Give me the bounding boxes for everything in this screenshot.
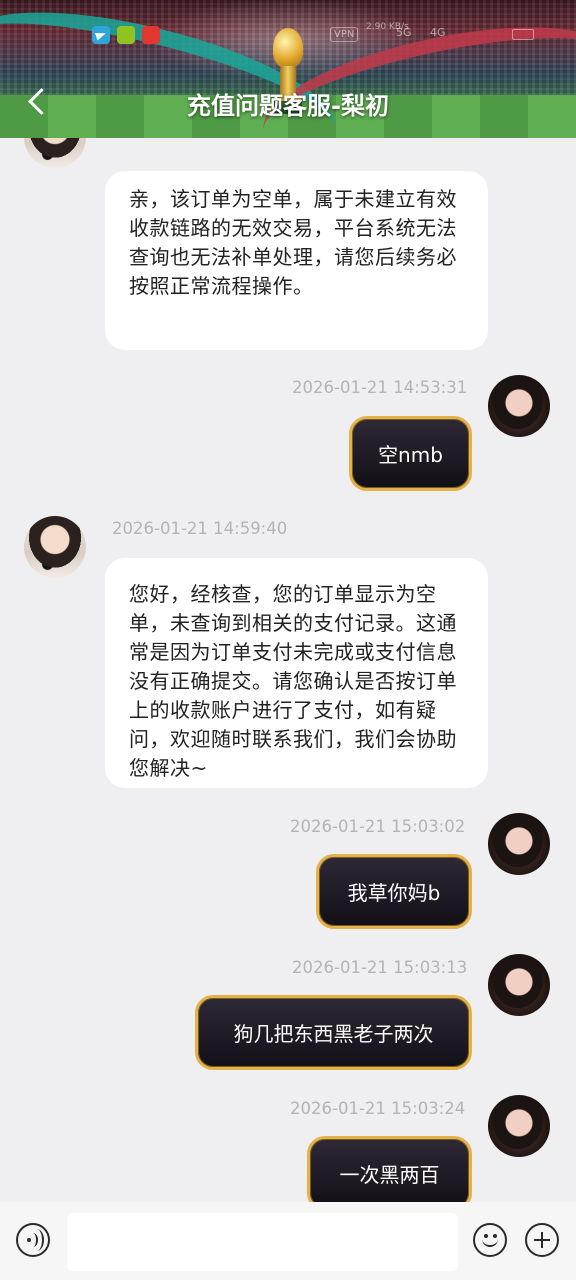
user-avatar[interactable] [488,954,550,1016]
message-bubble-user[interactable]: 狗几把东西黑老子两次 [195,995,472,1070]
chat-header: VPN 2.90 KB/s 5G 4G 充值问题客服-梨初 [0,0,576,138]
message-timestamp: 2026-01-21 14:59:40 [112,519,288,538]
message-bubble-agent[interactable]: 亲，该订单为空单，属于未建立有效收款链路的无效交易，平台系统无法查询也无法补单处… [105,171,488,350]
message-timestamp: 2026-01-21 14:53:31 [292,378,468,397]
page-title: 充值问题客服-梨初 [187,92,389,120]
agent-avatar[interactable] [24,138,86,168]
user-avatar[interactable] [488,813,550,875]
message-timestamp: 2026-01-21 15:03:02 [290,817,466,836]
chat-message-list[interactable]: 亲，该订单为空单，属于未建立有效收款链路的无效交易，平台系统无法查询也无法补单处… [0,138,576,1202]
emoji-button[interactable] [473,1223,507,1257]
signal-4g: 4G [430,26,446,39]
vpn-indicator: VPN [330,27,359,42]
message-bubble-user[interactable]: 我草你妈b [316,854,472,929]
message-text: 您好，经核查，您的订单显示为空单，未查询到相关的支付记录。这通常是因为订单支付未… [129,582,457,780]
message-bubble-agent[interactable]: 您好，经核查，您的订单显示为空单，未查询到相关的支付记录。这通常是因为订单支付未… [105,558,488,788]
user-avatar[interactable] [488,1095,550,1157]
more-options-button[interactable] [525,1223,559,1257]
signal-5g: 5G [396,26,412,39]
message-text: 一次黑两百 [339,1163,440,1187]
voice-button[interactable] [16,1223,50,1257]
message-input-bar [0,1202,576,1280]
message-timestamp: 2026-01-21 15:03:13 [292,958,468,977]
message-bubble-user[interactable]: 一次黑两百 [307,1136,472,1202]
message-input[interactable] [67,1213,458,1271]
message-bubble-user[interactable]: 空nmb [349,416,472,491]
message-text: 亲，该订单为空单，属于未建立有效收款链路的无效交易，平台系统无法查询也无法补单处… [129,187,457,298]
telegram-icon [92,26,110,44]
status-bar: VPN 2.90 KB/s 5G 4G [0,20,576,50]
app-notification-icon [142,26,160,44]
app-notification-icon [117,26,135,44]
user-avatar[interactable] [488,375,550,437]
message-text: 空nmb [378,443,443,467]
message-text: 狗几把东西黑老子两次 [233,1022,434,1046]
battery-icon [512,29,534,40]
message-timestamp: 2026-01-21 15:03:24 [290,1099,466,1118]
message-text: 我草你妈b [347,881,441,905]
agent-avatar[interactable] [24,516,86,578]
